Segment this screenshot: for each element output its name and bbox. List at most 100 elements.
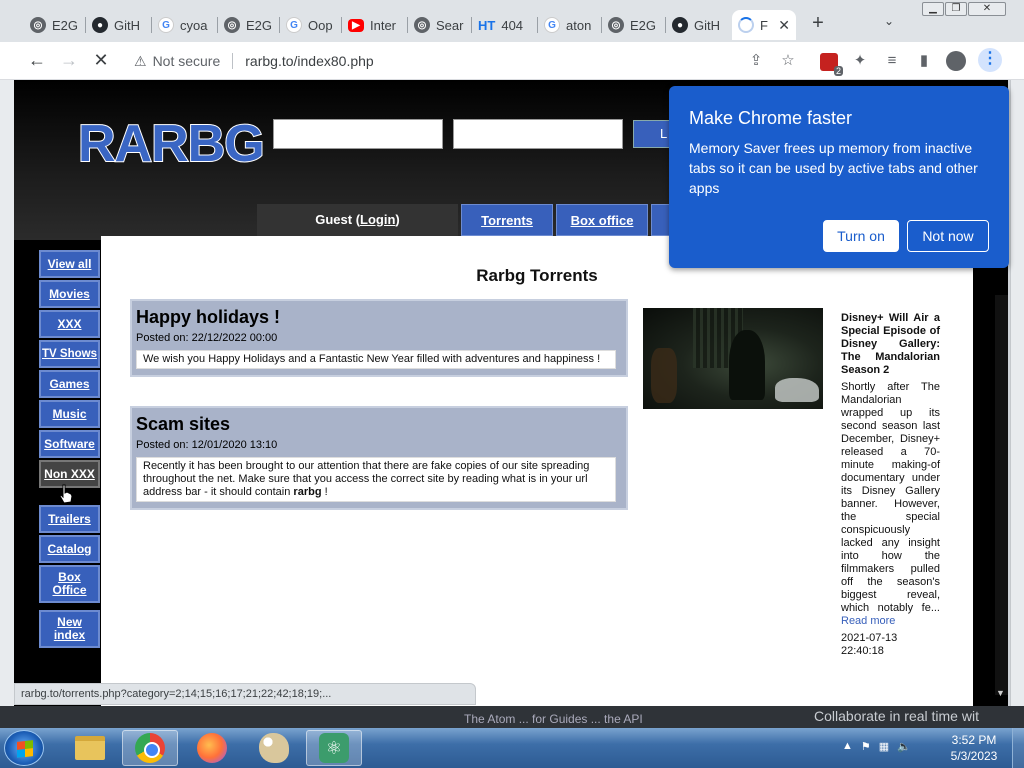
sidebar-item-box-office[interactable]: Box Office (39, 565, 100, 603)
sidebar-item-tv-shows[interactable]: TV Shows (39, 340, 100, 368)
stop-loading-button[interactable]: ✕ (90, 50, 112, 71)
news-heading: Scam sites (136, 414, 231, 434)
sidebar-item-games[interactable]: Games (39, 370, 100, 398)
search-input-secondary[interactable] (453, 119, 623, 149)
sidebar-item-view-all[interactable]: View all (39, 250, 100, 278)
media-control-icon[interactable]: ≡ (882, 51, 902, 71)
volume-icon[interactable]: 🔈 (897, 740, 911, 753)
rarbg-logo[interactable]: RARBG (77, 114, 266, 174)
close-tab-icon[interactable]: ✕ (778, 17, 790, 34)
background-collab-text: Collaborate in real time wit (814, 708, 979, 724)
tab-404[interactable]: HT 404 (472, 10, 538, 40)
news-date: Posted on: 22/12/2022 00:00 (136, 332, 278, 344)
taskbar-paint[interactable] (246, 730, 302, 766)
nav-more[interactable] (651, 204, 671, 236)
search-input[interactable] (273, 119, 443, 149)
ht-icon: HT (478, 17, 496, 33)
login-link[interactable]: Login (360, 212, 395, 227)
article-date: 2021-07-13 (841, 632, 898, 644)
action-center-flag-icon[interactable]: ⚑ (861, 740, 871, 753)
chrome-window: ◎ E2G ● GitH Gcyoa ◎ E2G G Oop ▶ Inter ◎ Sear … (0, 0, 1024, 728)
show-hidden-icons-icon[interactable]: ▲ (842, 740, 853, 753)
tab-strip: ◎ E2G ● GitH Gcyoa ◎ E2G G Oop ▶ Inter ◎ Sear … (0, 0, 1024, 42)
article-thumbnail-image[interactable] (643, 308, 823, 409)
tab-rarbg-active[interactable]: F ✕ (732, 10, 796, 40)
guest-login: Guest (Login) (257, 204, 458, 236)
tab-google-aton[interactable]: Gaton (538, 10, 602, 40)
share-icon[interactable]: ⇪ (746, 51, 766, 71)
tab-e2g-2[interactable]: ◎ E2G (218, 10, 280, 40)
ublock-extension-icon[interactable]: 2 (820, 53, 843, 76)
address-bar[interactable]: ⚠ Not secure rarbg.to/index80.php (122, 46, 812, 76)
page-title: Rarbg Torrents (476, 266, 598, 285)
url-text[interactable]: rarbg.to/index80.php (245, 53, 373, 69)
google-icon: G (286, 17, 302, 33)
scroll-down-arrow-icon[interactable]: ▼ (996, 688, 1005, 698)
sidebar-item-catalog[interactable]: Catalog (39, 535, 100, 563)
sidebar-item-xxx[interactable]: XXX (39, 310, 100, 338)
system-clock[interactable]: 3:52 PM 5/3/2023 (944, 732, 1004, 764)
sidebar: View all Movies XXX TV Shows Games Music… (14, 240, 101, 706)
tab-e2g-3[interactable]: ◎ E2G (602, 10, 666, 40)
network-icon[interactable]: ▦ (879, 740, 889, 753)
sidebar-item-movies[interactable]: Movies (39, 280, 100, 308)
tab-search-chevron-icon[interactable]: ⌄ (884, 14, 894, 28)
close-window-button[interactable]: ✕ (968, 2, 1006, 16)
bookmark-star-icon[interactable]: ☆ (778, 51, 798, 71)
background-atom-text: The Atom ... for Guides ... the API (464, 712, 643, 726)
atom-icon: ⚛ (319, 733, 349, 763)
globe-icon: ◎ (30, 17, 46, 33)
taskbar-explorer[interactable] (62, 730, 118, 766)
tab-e2g-1[interactable]: ◎ E2G (24, 10, 86, 40)
desktop-background-window: The Atom ... for Guides ... the API Coll… (0, 706, 1024, 728)
sidebar-item-trailers[interactable]: Trailers (39, 505, 100, 533)
back-button[interactable]: ← (26, 50, 48, 71)
extensions-puzzle-icon[interactable]: ✦ (850, 51, 870, 71)
minimize-button[interactable]: ▁ (922, 2, 944, 16)
nav-box-office[interactable]: Box office (556, 204, 648, 236)
windows-taskbar: ⚛ ▲ ⚑ ▦ 🔈 3:52 PM 5/3/2023 (0, 728, 1024, 768)
memory-saver-popup: Make Chrome faster Memory Saver frees up… (669, 86, 1009, 268)
new-tab-button[interactable]: + (806, 12, 830, 35)
not-now-button[interactable]: Not now (907, 220, 989, 252)
tab-youtube[interactable]: ▶ Inter (342, 10, 408, 40)
window-right-edge (1010, 80, 1024, 706)
security-label[interactable]: Not secure (153, 53, 221, 69)
sidebar-item-music[interactable]: Music (39, 400, 100, 428)
turn-on-button[interactable]: Turn on (823, 220, 899, 252)
tab-google-cyoa[interactable]: Gcyoa (152, 10, 218, 40)
taskbar-chrome[interactable] (122, 730, 178, 766)
browser-toolbar: ← → ✕ ⚠ Not secure rarbg.to/index80.php … (0, 42, 1024, 80)
popup-body: Memory Saver frees up memory from inacti… (689, 140, 978, 196)
sidebar-item-software[interactable]: Software (39, 430, 100, 458)
sidebar-item-new-index[interactable]: New index (39, 610, 100, 648)
tab-github-2[interactable]: ● GitH (666, 10, 730, 40)
forward-button[interactable]: → (58, 50, 80, 71)
show-desktop-button[interactable] (1012, 728, 1024, 768)
maximize-button[interactable]: ❐ (945, 2, 967, 16)
tab-search[interactable]: ◎ Sear (408, 10, 472, 40)
article-time: 22:40:18 (841, 645, 884, 657)
hand-cursor-icon (59, 484, 73, 504)
profile-avatar-icon[interactable] (946, 51, 966, 71)
clock-time: 3:52 PM (951, 733, 997, 747)
taskbar-atom[interactable]: ⚛ (306, 730, 362, 766)
folder-icon (75, 736, 105, 760)
paint-icon (259, 733, 289, 763)
taskbar-firefox[interactable] (184, 730, 240, 766)
warning-icon[interactable]: ⚠ (134, 53, 147, 70)
start-button[interactable] (4, 730, 44, 766)
google-icon: G (158, 17, 174, 33)
main-content: Rarbg Torrents Happy holidays ! Posted o… (101, 236, 973, 706)
read-more-link[interactable]: Read more (841, 615, 895, 627)
status-bar-url: rarbg.to/torrents.php?category=2;14;15;1… (14, 683, 476, 705)
tab-github-1[interactable]: ● GitH (86, 10, 152, 40)
side-panel-icon[interactable]: ▮ (914, 51, 934, 71)
article-excerpt: Shortly after The Mandalorian wrapped up… (841, 381, 940, 627)
chrome-menu-icon[interactable]: ⋮ (978, 48, 1002, 72)
page-scrollbar[interactable] (995, 295, 1008, 695)
article-title[interactable]: Disney+ Will Air a Special Episode of Di… (841, 312, 940, 377)
nav-torrents[interactable]: Torrents (461, 204, 553, 236)
tab-google-oop[interactable]: G Oop (280, 10, 342, 40)
globe-icon: ◎ (414, 17, 430, 33)
